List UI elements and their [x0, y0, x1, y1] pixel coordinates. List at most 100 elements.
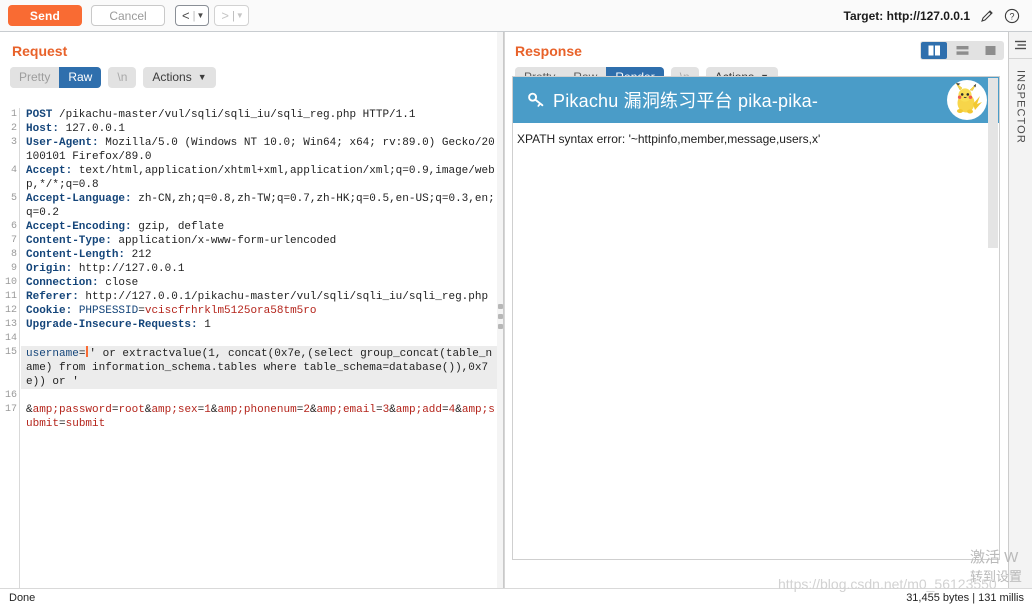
status-right-text: 31,455 bytes | 131 millis	[906, 592, 1024, 604]
layout-mode-buttons	[920, 41, 1004, 60]
toolbar-right-group: Target: http://127.0.0.1 ?	[844, 8, 1024, 24]
request-newline-toggle[interactable]: \n	[108, 67, 137, 88]
request-line-text: Referer: http://127.0.0.1/pikachu-master…	[26, 291, 489, 303]
cancel-button[interactable]: Cancel	[91, 5, 165, 26]
pikachu-banner-title: Pikachu 漏洞练习平台 pika-pika-	[513, 87, 818, 114]
line-number: 6	[10, 221, 17, 232]
request-actions-menu[interactable]: Actions ▼	[143, 67, 216, 88]
line-number: 13	[4, 319, 17, 330]
request-line-gutter: 1 2 3 4 5 6 7 8 9 10 11 12 13 14 15 16 17	[0, 108, 20, 592]
request-tabs: Pretty Raw \n Actions ▼	[0, 59, 497, 88]
xpath-error-text: XPATH syntax error: '~httpinfo,member,me…	[517, 132, 821, 146]
line-number: 9	[10, 263, 17, 274]
inspector-toggle-button[interactable]	[1009, 32, 1032, 59]
pencil-icon[interactable]	[979, 8, 995, 24]
request-line	[21, 389, 497, 403]
line-number: 10	[4, 277, 17, 288]
splitter-handle[interactable]	[498, 304, 503, 334]
line-number: 16	[4, 390, 17, 401]
forward-nav-group[interactable]: > | ▼	[214, 5, 249, 26]
request-line-text	[21, 389, 33, 403]
request-line-text	[21, 332, 33, 346]
request-line: Origin: http://127.0.0.1	[21, 262, 497, 276]
request-line-text: Origin: http://127.0.0.1	[26, 263, 185, 275]
line-number: 3	[10, 137, 17, 148]
pikachu-avatar	[947, 80, 987, 120]
request-panel-title: Request	[12, 43, 68, 59]
request-line-text: Connection: close	[26, 277, 139, 289]
tab-request-raw[interactable]: Raw	[59, 67, 102, 88]
send-button[interactable]: Send	[8, 5, 82, 26]
line-number: 2	[10, 123, 17, 134]
back-nav-group[interactable]: < | ▼	[175, 5, 210, 26]
line-number: 15	[4, 347, 17, 358]
request-line: Cookie: PHPSESSID=vciscfrhrklm5125ora58t…	[21, 304, 497, 318]
request-line: Content-Length: 212	[21, 248, 497, 262]
splitter-dot	[498, 314, 503, 319]
line-number: 5	[10, 193, 17, 204]
key-icon	[527, 91, 545, 114]
request-line-text: Accept-Language: zh-CN,zh;q=0.8,zh-TW;q=…	[26, 193, 495, 219]
request-line-text: Accept-Encoding: gzip, deflate	[26, 221, 225, 233]
pikachu-banner: Pikachu 漏洞练习平台 pika-pika-	[513, 77, 999, 123]
request-line-text: username= ' or extractvalue(1, concat(0x7…	[26, 346, 493, 388]
line-number: 14	[4, 333, 17, 344]
request-actions-label: Actions	[152, 70, 192, 84]
splitter-dot	[498, 304, 503, 309]
response-render-view: Pikachu 漏洞练习平台 pika-pika- XPATH syntax e…	[512, 76, 1000, 560]
request-code-area[interactable]: POST /pikachu-master/vul/sqli/sqli_iu/sq…	[21, 108, 497, 431]
request-line-text: Content-Length: 212	[26, 249, 152, 261]
request-line-text: POST /pikachu-master/vul/sqli/sqli_iu/sq…	[26, 109, 416, 121]
forward-arrow-icon[interactable]: >	[219, 9, 231, 22]
request-line: Host: 127.0.0.1	[21, 122, 497, 136]
burp-repeater-window: Send Cancel < | ▼ > | ▼ Target: http://1…	[0, 0, 1032, 610]
line-number: 4	[10, 165, 17, 176]
request-line: Content-Type: application/x-www-form-url…	[21, 234, 497, 248]
request-line-text: &amp;password=root&amp;sex=1&amp;phonenu…	[26, 404, 495, 430]
line-number: 8	[10, 249, 17, 260]
inspector-rail: INSPECTOR	[1008, 32, 1032, 588]
request-line-text: Cookie: PHPSESSID=vciscfrhrklm5125ora58t…	[26, 305, 317, 317]
request-line: Accept-Encoding: gzip, deflate	[21, 220, 497, 234]
request-line-text: Accept: text/html,application/xhtml+xml,…	[26, 165, 495, 191]
panel-splitter[interactable]	[497, 32, 504, 588]
inspector-label: INSPECTOR	[1014, 70, 1027, 144]
top-toolbar: Send Cancel < | ▼ > | ▼ Target: http://1…	[0, 0, 1032, 32]
request-line: Accept: text/html,application/xhtml+xml,…	[21, 164, 497, 192]
line-number: 1	[10, 109, 17, 120]
stacked-layout-button[interactable]	[949, 42, 975, 59]
line-number: 17	[4, 404, 17, 415]
request-line	[21, 332, 497, 346]
response-scrollbar-track[interactable]	[988, 248, 998, 559]
back-arrow-icon[interactable]: <	[180, 9, 192, 22]
side-by-side-layout-button[interactable]	[921, 42, 947, 59]
request-panel: Request Pretty Raw \n Actions ▼ 12345678…	[0, 32, 497, 610]
target-label: Target: http://127.0.0.1	[843, 8, 970, 23]
line-number: 7	[10, 235, 17, 246]
panel-collapse-icon	[1015, 40, 1026, 49]
request-line: Upgrade-Insecure-Requests: 1	[21, 318, 497, 332]
request-line: User-Agent: Mozilla/5.0 (Windows NT 10.0…	[21, 136, 497, 164]
back-dropdown-caret-icon[interactable]: ▼	[196, 11, 204, 20]
tab-request-pretty[interactable]: Pretty	[10, 67, 60, 88]
line-number: 12	[4, 305, 17, 316]
banner-title-text: Pikachu 漏洞练习平台 pika-pika-	[553, 90, 819, 111]
single-pane-layout-button[interactable]	[977, 42, 1003, 59]
line-number: 11	[4, 291, 17, 302]
status-bar: Done 31,455 bytes | 131 millis	[0, 588, 1032, 610]
request-editor[interactable]: 1 2 3 4 5 6 7 8 9 10 11 12 13 14 15 16 17 POST /pikachu-…	[0, 108, 497, 592]
svg-text:?: ?	[1009, 11, 1014, 21]
request-line-text: User-Agent: Mozilla/5.0 (Windows NT 10.0…	[26, 137, 495, 163]
chevron-down-icon: ▼	[197, 72, 207, 82]
request-line-text: Content-Type: application/x-www-form-url…	[26, 235, 337, 247]
request-line: POST /pikachu-master/vul/sqli/sqli_iu/sq…	[21, 108, 497, 122]
request-line: username= ' or extractvalue(1, concat(0x7…	[21, 346, 497, 389]
request-line-text: Host: 127.0.0.1	[26, 123, 126, 135]
forward-dropdown-caret-icon[interactable]: ▼	[236, 11, 244, 20]
response-scrollbar-thumb[interactable]	[988, 78, 998, 248]
request-line: Connection: close	[21, 276, 497, 290]
help-icon[interactable]: ?	[1004, 8, 1020, 24]
request-view-segment: Pretty Raw	[10, 67, 102, 88]
request-line: &amp;password=root&amp;sex=1&amp;phonenu…	[21, 403, 497, 431]
request-line: Referer: http://127.0.0.1/pikachu-master…	[21, 290, 497, 304]
